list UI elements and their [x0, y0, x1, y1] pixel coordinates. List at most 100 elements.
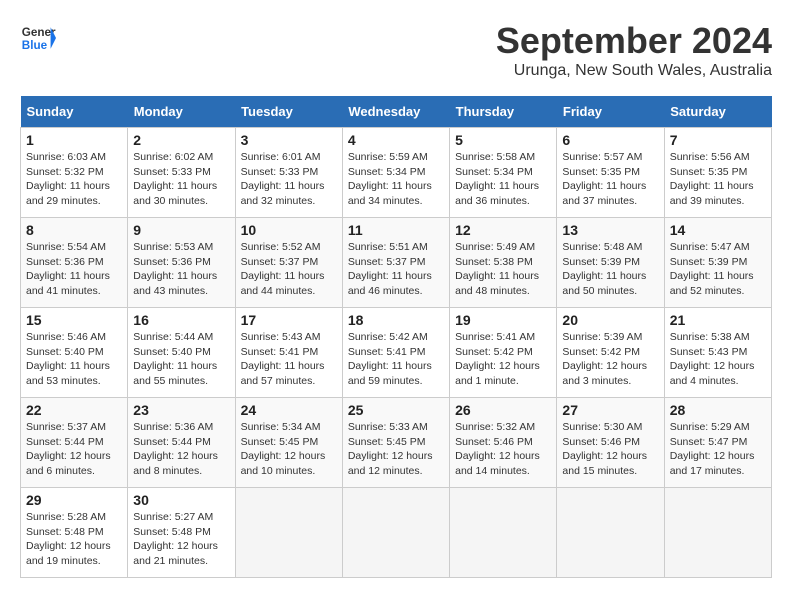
calendar-cell	[235, 488, 342, 578]
week-row-4: 22 Sunrise: 5:37 AMSunset: 5:44 PMDayligh…	[21, 398, 772, 488]
day-info: Sunrise: 5:44 AMSunset: 5:40 PMDaylight:…	[133, 331, 217, 387]
calendar-cell: 16Sunrise: 5:44 AMSunset: 5:40 PMDayligh…	[128, 308, 235, 398]
day-number: 6	[562, 132, 658, 148]
header-row: Sunday Monday Tuesday Wednesday Thursday…	[21, 96, 772, 128]
day-info: Sunrise: 5:36 AMSunset: 5:44 PMDaylight:…	[133, 421, 218, 477]
day-number: 28	[670, 402, 766, 418]
day-info: Sunrise: 6:03 AMSunset: 5:32 PMDaylight:…	[26, 151, 110, 207]
calendar-cell: 29 Sunrise: 5:28 AMSunset: 5:48 PMDayligh…	[21, 488, 128, 578]
calendar-cell	[342, 488, 449, 578]
day-number: 7	[670, 132, 766, 148]
week-row-5: 29 Sunrise: 5:28 AMSunset: 5:48 PMDayligh…	[21, 488, 772, 578]
day-number: 27	[562, 402, 658, 418]
day-number: 12	[455, 222, 551, 238]
calendar-cell: 25Sunrise: 5:33 AMSunset: 5:45 PMDayligh…	[342, 398, 449, 488]
week-row-2: 8 Sunrise: 5:54 AMSunset: 5:36 PMDaylight…	[21, 218, 772, 308]
col-tuesday: Tuesday	[235, 96, 342, 128]
day-info: Sunrise: 5:29 AMSunset: 5:47 PMDaylight:…	[670, 421, 755, 477]
day-number: 22	[26, 402, 122, 418]
day-info: Sunrise: 5:56 AMSunset: 5:35 PMDaylight:…	[670, 151, 754, 207]
day-number: 15	[26, 312, 122, 328]
calendar-table: Sunday Monday Tuesday Wednesday Thursday…	[20, 96, 772, 578]
day-number: 17	[241, 312, 337, 328]
day-info: Sunrise: 5:46 AMSunset: 5:40 PMDaylight:…	[26, 331, 110, 387]
day-info: Sunrise: 5:43 AMSunset: 5:41 PMDaylight:…	[241, 331, 325, 387]
day-info: Sunrise: 5:32 AMSunset: 5:46 PMDaylight:…	[455, 421, 540, 477]
day-number: 4	[348, 132, 444, 148]
col-thursday: Thursday	[450, 96, 557, 128]
calendar-cell: 9 Sunrise: 5:53 AMSunset: 5:36 PMDaylight…	[128, 218, 235, 308]
week-row-1: 1 Sunrise: 6:03 AMSunset: 5:32 PMDaylight…	[21, 128, 772, 218]
day-number: 11	[348, 222, 444, 238]
day-info: Sunrise: 5:38 AMSunset: 5:43 PMDaylight:…	[670, 331, 755, 387]
day-number: 2	[133, 132, 229, 148]
day-info: Sunrise: 5:37 AMSunset: 5:44 PMDaylight:…	[26, 421, 111, 477]
day-info: Sunrise: 5:51 AMSunset: 5:37 PMDaylight:…	[348, 241, 432, 297]
day-number: 20	[562, 312, 658, 328]
day-info: Sunrise: 6:02 AMSunset: 5:33 PMDaylight:…	[133, 151, 217, 207]
calendar-cell: 14Sunrise: 5:47 AMSunset: 5:39 PMDayligh…	[664, 218, 771, 308]
calendar-cell: 28 Sunrise: 5:29 AMSunset: 5:47 PMDayligh…	[664, 398, 771, 488]
col-friday: Friday	[557, 96, 664, 128]
col-saturday: Saturday	[664, 96, 771, 128]
day-number: 9	[133, 222, 229, 238]
calendar-cell: 10 Sunrise: 5:52 AMSunset: 5:37 PMDayligh…	[235, 218, 342, 308]
calendar-cell: 6 Sunrise: 5:57 AMSunset: 5:35 PMDaylight…	[557, 128, 664, 218]
calendar-cell: 4 Sunrise: 5:59 AMSunset: 5:34 PMDaylight…	[342, 128, 449, 218]
calendar-cell: 13 Sunrise: 5:48 AMSunset: 5:39 PMDayligh…	[557, 218, 664, 308]
logo-icon: General Blue	[20, 20, 56, 56]
day-number: 10	[241, 222, 337, 238]
day-number: 29	[26, 492, 122, 508]
calendar-cell: 17 Sunrise: 5:43 AMSunset: 5:41 PMDayligh…	[235, 308, 342, 398]
col-wednesday: Wednesday	[342, 96, 449, 128]
day-number: 5	[455, 132, 551, 148]
day-info: Sunrise: 5:28 AMSunset: 5:48 PMDaylight:…	[26, 511, 111, 567]
day-info: Sunrise: 5:39 AMSunset: 5:42 PMDaylight:…	[562, 331, 647, 387]
calendar-cell	[450, 488, 557, 578]
day-number: 23	[133, 402, 229, 418]
day-info: Sunrise: 5:54 AMSunset: 5:36 PMDaylight:…	[26, 241, 110, 297]
calendar-cell: 19 Sunrise: 5:41 AMSunset: 5:42 PMDayligh…	[450, 308, 557, 398]
day-info: Sunrise: 5:53 AMSunset: 5:36 PMDaylight:…	[133, 241, 217, 297]
day-number: 18	[348, 312, 444, 328]
day-info: Sunrise: 5:58 AMSunset: 5:34 PMDaylight:…	[455, 151, 539, 207]
day-info: Sunrise: 5:27 AMSunset: 5:48 PMDaylight:…	[133, 511, 218, 567]
day-info: Sunrise: 6:01 AMSunset: 5:33 PMDaylight:…	[241, 151, 325, 207]
day-number: 19	[455, 312, 551, 328]
day-number: 30	[133, 492, 229, 508]
calendar-cell: 20 Sunrise: 5:39 AMSunset: 5:42 PMDayligh…	[557, 308, 664, 398]
calendar-cell: 18 Sunrise: 5:42 AMSunset: 5:41 PMDayligh…	[342, 308, 449, 398]
day-info: Sunrise: 5:59 AMSunset: 5:34 PMDaylight:…	[348, 151, 432, 207]
day-number: 13	[562, 222, 658, 238]
day-info: Sunrise: 5:52 AMSunset: 5:37 PMDaylight:…	[241, 241, 325, 297]
calendar-cell: 5 Sunrise: 5:58 AMSunset: 5:34 PMDaylight…	[450, 128, 557, 218]
logo: General Blue	[20, 20, 56, 56]
day-number: 24	[241, 402, 337, 418]
day-info: Sunrise: 5:49 AMSunset: 5:38 PMDaylight:…	[455, 241, 539, 297]
calendar-cell: 24 Sunrise: 5:34 AMSunset: 5:45 PMDayligh…	[235, 398, 342, 488]
calendar-cell: 1 Sunrise: 6:03 AMSunset: 5:32 PMDaylight…	[21, 128, 128, 218]
title-section: September 2024 Urunga, New South Wales, …	[496, 20, 772, 80]
calendar-cell: 7 Sunrise: 5:56 AMSunset: 5:35 PMDaylight…	[664, 128, 771, 218]
week-row-3: 15 Sunrise: 5:46 AMSunset: 5:40 PMDayligh…	[21, 308, 772, 398]
day-number: 3	[241, 132, 337, 148]
calendar-cell: 8 Sunrise: 5:54 AMSunset: 5:36 PMDaylight…	[21, 218, 128, 308]
month-year-title: September 2024	[496, 20, 772, 62]
day-info: Sunrise: 5:42 AMSunset: 5:41 PMDaylight:…	[348, 331, 432, 387]
calendar-cell: 11 Sunrise: 5:51 AMSunset: 5:37 PMDayligh…	[342, 218, 449, 308]
calendar-cell: 3 Sunrise: 6:01 AMSunset: 5:33 PMDaylight…	[235, 128, 342, 218]
day-info: Sunrise: 5:41 AMSunset: 5:42 PMDaylight:…	[455, 331, 540, 387]
day-number: 1	[26, 132, 122, 148]
day-number: 8	[26, 222, 122, 238]
day-info: Sunrise: 5:57 AMSunset: 5:35 PMDaylight:…	[562, 151, 646, 207]
day-number: 25	[348, 402, 444, 418]
col-monday: Monday	[128, 96, 235, 128]
header: General Blue September 2024 Urunga, New …	[20, 20, 772, 80]
day-number: 14	[670, 222, 766, 238]
location-title: Urunga, New South Wales, Australia	[496, 62, 772, 80]
svg-text:Blue: Blue	[22, 39, 48, 52]
calendar-cell: 12 Sunrise: 5:49 AMSunset: 5:38 PMDayligh…	[450, 218, 557, 308]
day-info: Sunrise: 5:48 AMSunset: 5:39 PMDaylight:…	[562, 241, 646, 297]
day-info: Sunrise: 5:34 AMSunset: 5:45 PMDaylight:…	[241, 421, 326, 477]
calendar-cell: 22 Sunrise: 5:37 AMSunset: 5:44 PMDayligh…	[21, 398, 128, 488]
